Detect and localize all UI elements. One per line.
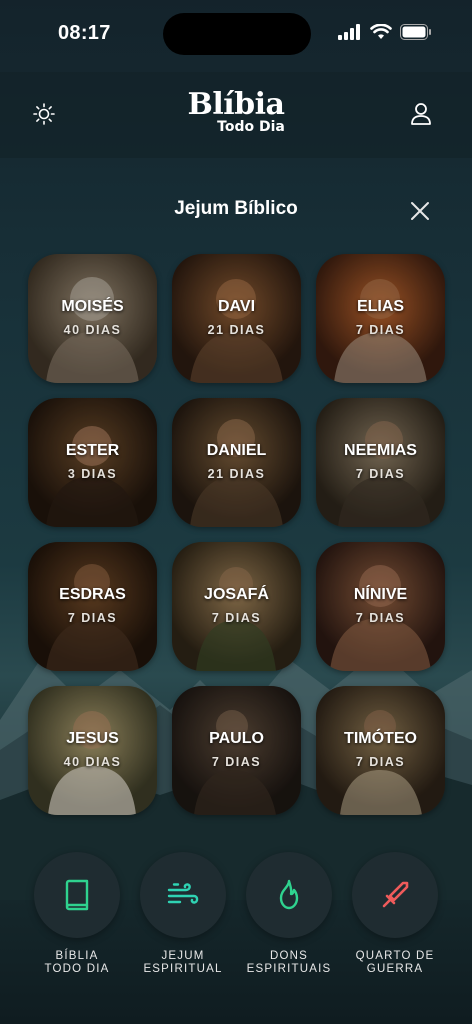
signal-icon [338,24,360,40]
app-header: Blíbia Todo Dia [0,72,472,158]
fast-name: NEEMIAS [344,442,417,459]
fast-days: 21 DIAS [207,323,266,337]
nav-quarto-de-guerra[interactable]: QUARTO DE GUERRA [340,852,450,976]
page-title: Jejum Bíblico [174,198,298,219]
fast-name: ESTER [65,442,120,459]
fast-name: DANIEL [206,442,267,459]
fast-card-ester[interactable]: ESTER 3 DIAS [28,398,157,527]
fast-name: PAULO [209,730,264,747]
fast-days: 40 DIAS [63,755,122,769]
fast-card-esdras[interactable]: ESDRAS 7 DIAS [28,542,157,671]
fast-card-davi[interactable]: DAVI 21 DIAS [172,254,301,383]
user-icon[interactable] [410,102,432,126]
fast-name: JOSAFÁ [204,586,269,603]
fast-days: 40 DIAS [63,323,122,337]
dynamic-island [163,13,311,55]
status-icons [338,24,432,40]
app-logo: Blíbia Todo Dia [0,87,472,135]
fast-name: TIMÓTEO [344,730,417,747]
battery-icon [400,24,431,40]
logo-title: Blíbia [187,87,285,122]
fast-days: 7 DIAS [355,323,406,337]
fast-days: 7 DIAS [211,611,262,625]
fast-name: ESDRAS [59,586,126,603]
nav-label: DONS ESPIRITUAIS [246,950,332,975]
fast-card-elias[interactable]: ELIAS 7 DIAS [316,254,445,383]
fast-days: 7 DIAS [67,611,118,625]
fast-card-daniel[interactable]: DANIEL 21 DIAS [172,398,301,527]
flame-icon [279,879,299,910]
fast-name: NÍNIVE [353,586,408,603]
fast-card-jesus[interactable]: JESUS 40 DIAS [28,686,157,815]
fast-name: DAVI [217,298,256,315]
fast-card-timoteo[interactable]: TIMÓTEO 7 DIAS [316,686,445,815]
nav-jejum-espiritual[interactable]: JEJUM ESPIRITUAL [128,852,238,976]
fast-card-neemias[interactable]: NEEMIAS 7 DIAS [316,398,445,527]
fast-days: 7 DIAS [355,467,406,481]
sword-icon [382,881,409,908]
fast-days: 7 DIAS [211,755,262,769]
fast-days: 3 DIAS [67,467,118,481]
nav-biblia-todo-dia[interactable]: BÍBLIA TODO DIA [22,852,132,976]
nav-label: QUARTO DE GUERRA [355,950,435,975]
status-time: 08:17 [58,22,111,44]
fast-grid: MOISÉS 40 DIAS DAVI 21 DIAS ELIAS 7 DIAS… [28,254,445,815]
fast-name: ELIAS [356,298,405,315]
fast-days: 21 DIAS [207,467,266,481]
fast-days: 7 DIAS [355,611,406,625]
fast-card-paulo[interactable]: PAULO 7 DIAS [172,686,301,815]
wifi-icon [370,24,392,39]
book-icon [65,879,89,911]
nav-label: JEJUM ESPIRITUAL [143,950,223,975]
nav-label: BÍBLIA TODO DIA [44,950,110,975]
fast-days: 7 DIAS [355,755,406,769]
wind-icon [167,883,199,904]
bottom-nav: BÍBLIA TODO DIA JEJUM ESPIRITUAL DONS ES… [0,852,472,992]
fast-name: JESUS [66,730,119,747]
close-icon[interactable] [408,199,432,223]
fast-card-josafa[interactable]: JOSAFÁ 7 DIAS [172,542,301,671]
status-bar: 08:17 [0,0,472,66]
logo-subtitle: Todo Dia [217,119,285,135]
fast-card-ninive[interactable]: NÍNIVE 7 DIAS [316,542,445,671]
fast-card-moises[interactable]: MOISÉS 40 DIAS [28,254,157,383]
fast-name: MOISÉS [61,298,124,315]
nav-dons-espirituais[interactable]: DONS ESPIRITUAIS [234,852,344,976]
